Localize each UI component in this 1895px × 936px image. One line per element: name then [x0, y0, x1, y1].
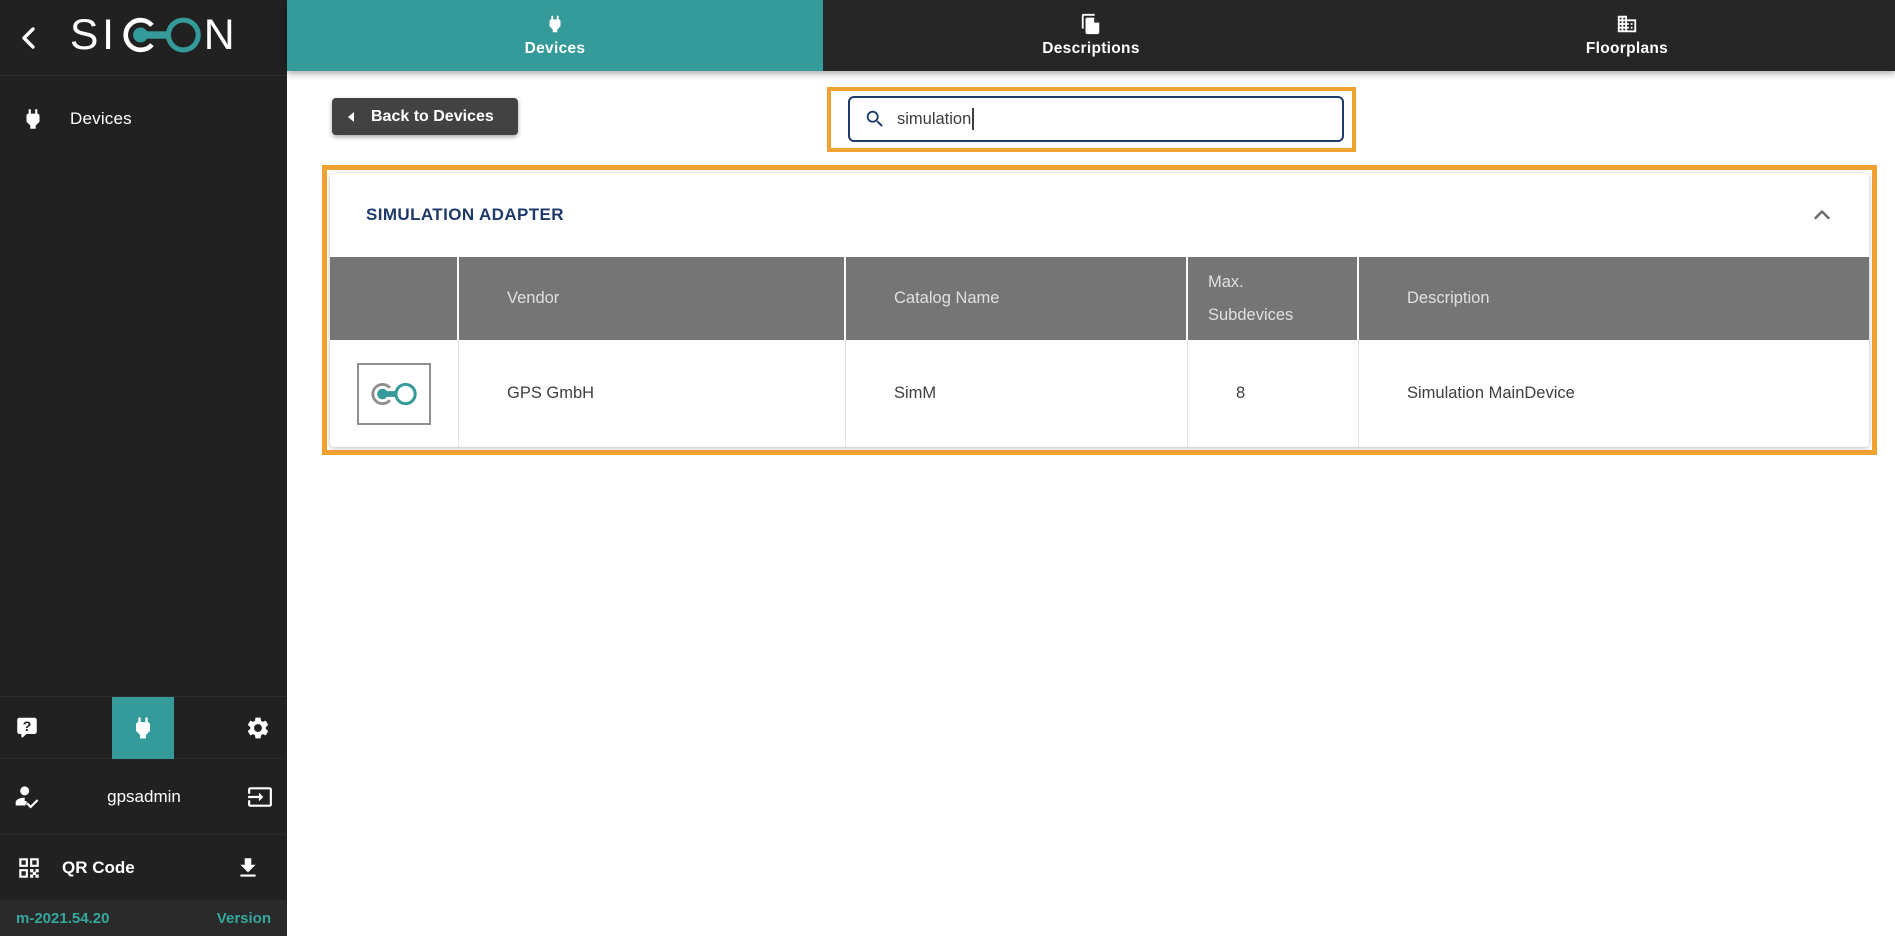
main-area: Devices Descriptions Floorplans Back to … [287, 0, 1895, 936]
collapse-section-button[interactable] [1805, 198, 1839, 232]
cell-vendor: GPS GmbH [459, 340, 846, 447]
qr-code-label: QR Code [62, 858, 135, 878]
gear-icon [245, 715, 271, 741]
version-bar: m-2021.54.20 Version [0, 900, 287, 936]
download-icon[interactable] [235, 855, 261, 881]
cell-catalog-name: SimM [846, 340, 1188, 447]
plug-icon [20, 106, 46, 132]
chevron-left-icon [16, 24, 44, 52]
help-button[interactable]: ? [0, 697, 100, 758]
plug-icon [544, 13, 566, 35]
sicon-logo: SI N [68, 10, 254, 65]
top-tab-bar: Devices Descriptions Floorplans [287, 0, 1895, 71]
table-row[interactable]: GPS GmbH SimM 8 Simulation MainDevice [330, 340, 1869, 447]
cell-description: Simulation MainDevice [1359, 340, 1869, 447]
active-devices-highlight [112, 697, 174, 759]
header-catalog-name: Catalog Name [846, 257, 1188, 340]
qr-code-icon [16, 855, 42, 881]
building-icon [1616, 13, 1638, 35]
devices-footer-button[interactable] [100, 697, 186, 758]
tab-label: Devices [525, 40, 586, 58]
results-highlight-annotation: SIMULATION ADAPTER Vendor [322, 165, 1877, 455]
header-max-subdevices: Max. Subdevices [1188, 257, 1359, 340]
user-check-icon [14, 783, 41, 810]
back-button-label: Back to Devices [371, 108, 494, 126]
caret-left-icon [346, 111, 355, 123]
header-vendor: Vendor [459, 257, 846, 340]
sidebar: SI N Devices ? [0, 0, 287, 936]
sidebar-footer: ? gpsadmin [0, 696, 287, 936]
tab-label: Floorplans [1586, 40, 1668, 58]
sidebar-header: SI N [0, 0, 287, 76]
settings-button[interactable] [185, 697, 287, 758]
tab-devices[interactable]: Devices [287, 0, 823, 71]
tab-label: Descriptions [1042, 40, 1140, 58]
adapter-table: Vendor Catalog Name Max. Subdevices Desc… [330, 257, 1869, 447]
section-title: SIMULATION ADAPTER [366, 205, 564, 225]
simulation-adapter-card: SIMULATION ADAPTER Vendor [330, 173, 1869, 447]
tab-descriptions[interactable]: Descriptions [823, 0, 1359, 71]
header-description: Description [1359, 257, 1869, 340]
table-header-row: Vendor Catalog Name Max. Subdevices Desc… [330, 257, 1869, 340]
search-input[interactable]: simulation [848, 96, 1344, 142]
sidebar-item-label: Devices [70, 109, 132, 129]
search-highlight-annotation: simulation [827, 87, 1356, 152]
version-label: Version [217, 910, 271, 927]
device-logo [357, 363, 431, 425]
file-copy-icon [1080, 13, 1102, 35]
svg-text:?: ? [23, 717, 32, 733]
user-row: gpsadmin [0, 758, 287, 834]
sicon-device-icon [369, 378, 419, 410]
version-value: m-2021.54.20 [16, 910, 109, 927]
content-area: Back to Devices simulation SIMULATION AD… [287, 71, 1895, 936]
username-label: gpsadmin [41, 787, 247, 807]
search-icon [864, 108, 886, 130]
qr-code-row[interactable]: QR Code [0, 834, 287, 900]
help-bubble-icon: ? [14, 715, 40, 741]
footer-icon-row: ? [0, 696, 287, 758]
cell-max-subdevices: 8 [1188, 340, 1359, 447]
section-header[interactable]: SIMULATION ADAPTER [330, 173, 1869, 257]
text-cursor [972, 108, 974, 130]
chevron-up-icon [1809, 202, 1835, 228]
search-value: simulation [897, 110, 971, 129]
logout-icon[interactable] [247, 784, 273, 810]
tab-floorplans[interactable]: Floorplans [1359, 0, 1895, 71]
back-to-devices-button[interactable]: Back to Devices [332, 98, 518, 135]
logo-text-right: N [204, 11, 235, 59]
header-icon-column [330, 257, 459, 340]
plug-icon [129, 714, 157, 742]
collapse-sidebar-button[interactable] [10, 18, 50, 58]
sidebar-item-devices[interactable]: Devices [0, 96, 287, 142]
device-logo-cell [330, 340, 459, 447]
logo-text-left: SI [70, 11, 118, 59]
